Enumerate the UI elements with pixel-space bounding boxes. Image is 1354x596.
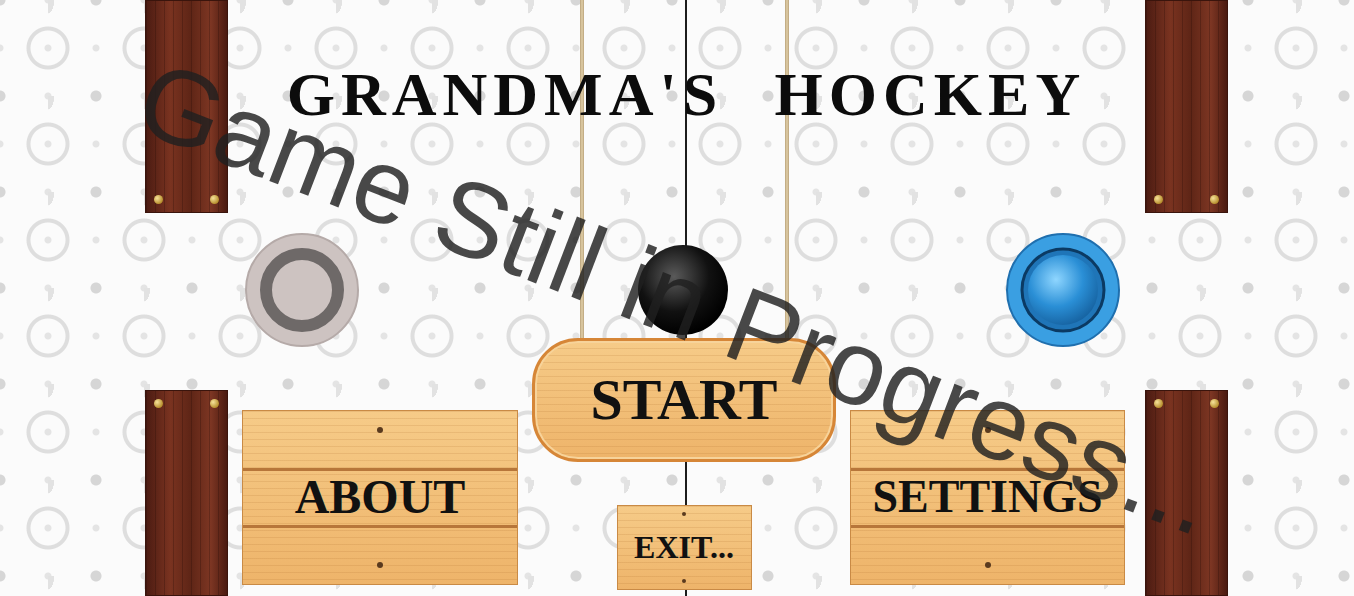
rope [580, 0, 584, 345]
menu-center: GRANDMA'S HOCKEY ABOUTSTART EXIT... SETTING… [228, 0, 1145, 596]
puck-row [228, 232, 1145, 348]
screw-icon [210, 195, 219, 204]
grey-puck-icon [244, 232, 360, 348]
exit-button[interactable]: EXIT... [617, 505, 752, 590]
screw-icon [154, 195, 163, 204]
wood-board [1145, 390, 1228, 596]
spacer [1228, 0, 1354, 596]
blue-mallet-icon [1005, 232, 1121, 348]
screw-icon [1210, 399, 1219, 408]
about-button[interactable]: ABOUT [242, 410, 518, 585]
screw-icon [154, 399, 163, 408]
screw-icon [210, 399, 219, 408]
main-menu: GRANDMA'S HOCKEY ABOUTSTART EXIT... SETTING… [0, 0, 1354, 596]
left-boards [145, 0, 228, 596]
wood-board [145, 0, 228, 213]
black-puck-icon [637, 244, 729, 336]
spacer [0, 0, 145, 596]
screw-icon [1154, 195, 1163, 204]
wood-board [1145, 0, 1228, 213]
game-title: GRANDMA'S HOCKEY [228, 0, 1145, 136]
start-button[interactable]: START [532, 338, 836, 462]
screw-icon [1210, 195, 1219, 204]
settings-button[interactable]: SETTINGS [850, 410, 1125, 585]
wood-board [145, 390, 228, 596]
menu-buttons: ABOUTSTART EXIT... SETTINGS [228, 338, 1145, 590]
right-boards [1145, 0, 1228, 596]
center-buttons: START EXIT... [532, 338, 836, 590]
rope [785, 0, 789, 345]
screw-icon [1154, 399, 1163, 408]
